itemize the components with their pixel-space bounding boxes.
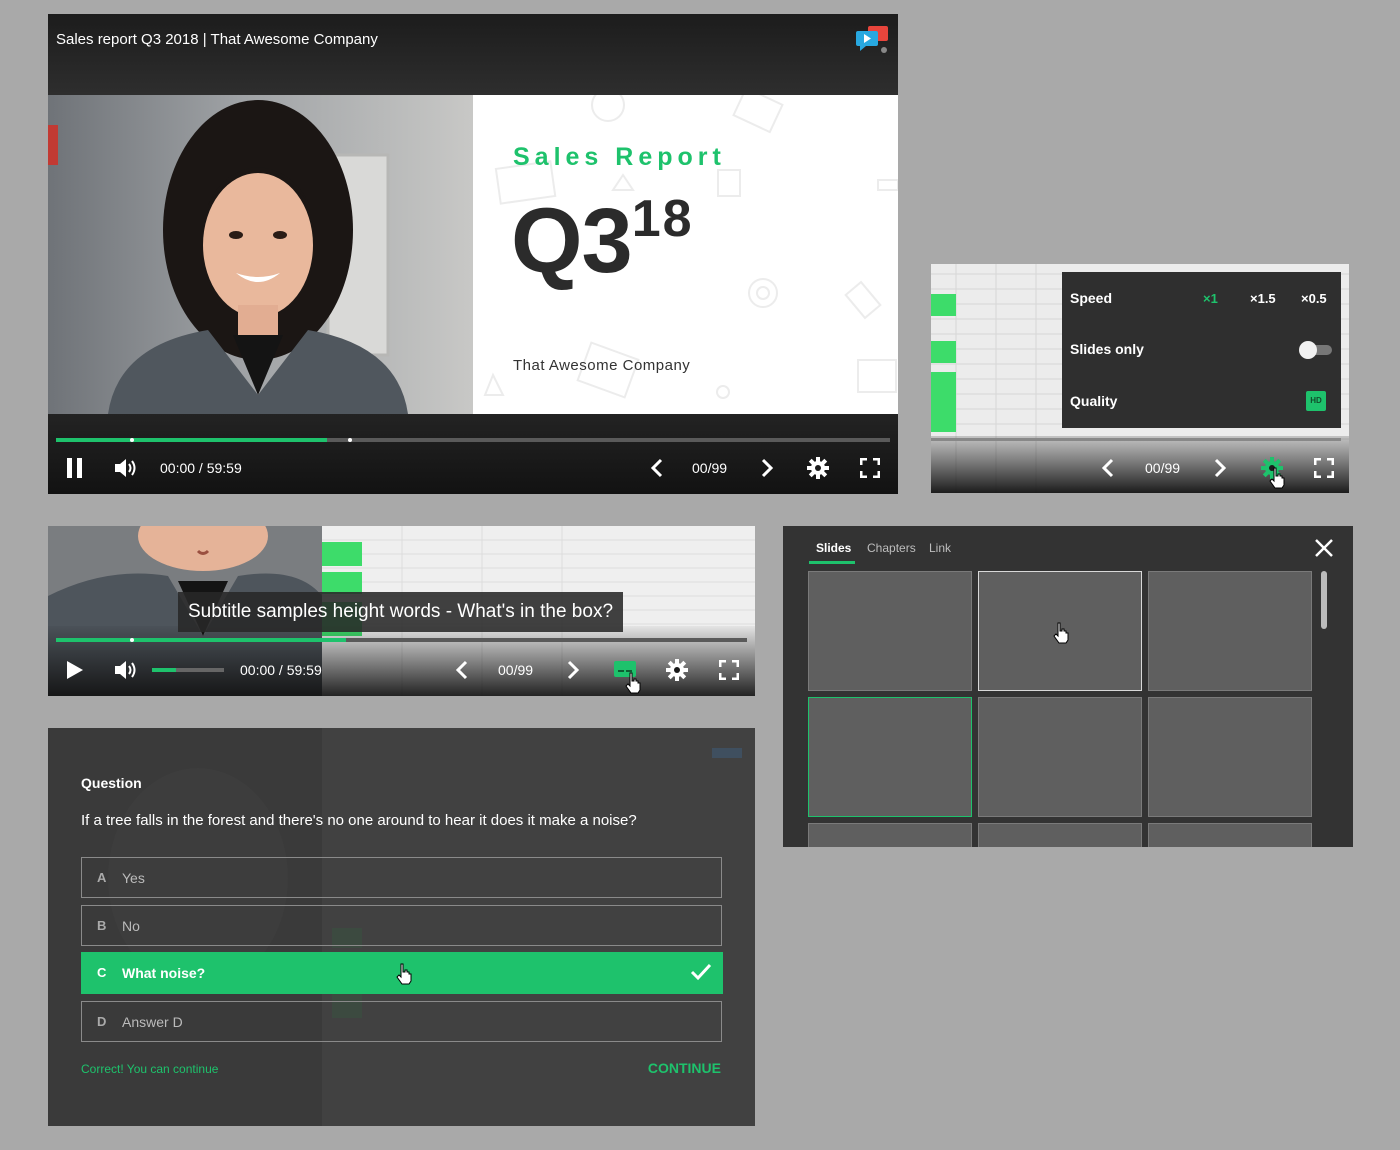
- slides-panel: Slides Chapters Link: [783, 526, 1353, 847]
- slide-q3: Q3: [511, 190, 633, 292]
- slide-thumbnail-current[interactable]: [808, 697, 972, 817]
- chevron-left-icon[interactable]: [455, 660, 469, 680]
- title-bar: Sales report Q3 2018 | That Awesome Comp…: [48, 14, 898, 95]
- speed-option-1x[interactable]: ×1: [1203, 291, 1218, 306]
- slide-view[interactable]: Sales Report Q318 That Awesome Company: [473, 95, 898, 414]
- tab-chapters[interactable]: Chapters: [867, 541, 916, 555]
- continue-button[interactable]: CONTINUE: [648, 1060, 721, 1076]
- play-icon[interactable]: [66, 660, 84, 680]
- settings-menu: Speed ×1 ×1.5 ×0.5 Slides only Quality H…: [1062, 272, 1341, 428]
- slide-heading: Sales Report: [513, 143, 726, 171]
- answer-letter: B: [97, 918, 107, 933]
- answer-text: Answer D: [122, 1014, 183, 1030]
- checkmark-icon: [690, 963, 712, 981]
- slide-thumbnail[interactable]: [978, 823, 1142, 847]
- slide-thumbnail[interactable]: [808, 823, 972, 847]
- gear-icon[interactable]: [807, 457, 829, 479]
- progress-marker: [130, 438, 134, 442]
- gear-icon[interactable]: [666, 659, 688, 681]
- subtitle-player: Subtitle samples height words - What's i…: [48, 526, 755, 696]
- slide-thumbnail[interactable]: [978, 697, 1142, 817]
- time-display: 00:00 / 59:59: [240, 662, 322, 678]
- question-overlay: Question If a tree falls in the forest a…: [48, 728, 755, 1126]
- slide-counter: 00/99: [498, 662, 534, 678]
- answer-text: No: [122, 918, 140, 934]
- quality-label: Quality: [1070, 393, 1118, 409]
- slide-thumbnail[interactable]: [1148, 697, 1312, 817]
- progress-marker: [130, 638, 134, 642]
- answer-letter: D: [97, 1014, 107, 1029]
- hand-cursor-icon: [1053, 622, 1069, 644]
- feedback-text: Correct! You can continue: [81, 1062, 219, 1076]
- slide-year: 18: [631, 190, 694, 248]
- subtitle-caption: Subtitle samples height words - What's i…: [178, 592, 624, 632]
- slide-thumbnail[interactable]: [1148, 823, 1312, 847]
- fullscreen-icon[interactable]: [719, 660, 739, 680]
- tab-link[interactable]: Link: [929, 541, 951, 555]
- chevron-right-icon[interactable]: [1213, 458, 1227, 478]
- speed-option-0-5x[interactable]: ×0.5: [1301, 291, 1327, 306]
- presenter-logo-icon[interactable]: [854, 26, 890, 56]
- progress-played: [56, 438, 328, 442]
- presenter-video[interactable]: [48, 95, 473, 414]
- chevron-left-icon[interactable]: [650, 458, 664, 478]
- slides-only-toggle[interactable]: [1298, 340, 1334, 360]
- video-title: Sales report Q3 2018 | That Awesome Comp…: [56, 31, 378, 48]
- hand-cursor-icon: [396, 963, 412, 985]
- slide-counter: 00/99: [692, 460, 728, 476]
- progress-buffer-marker: [347, 438, 352, 442]
- hand-cursor-icon: [625, 672, 641, 694]
- speed-option-1-5x[interactable]: ×1.5: [1250, 291, 1276, 306]
- answer-letter: A: [97, 870, 107, 885]
- chevron-right-icon[interactable]: [760, 458, 774, 478]
- tab-active-indicator: [809, 561, 855, 564]
- slide-thumbnail[interactable]: [1148, 571, 1312, 691]
- hd-badge[interactable]: HD: [1306, 391, 1326, 411]
- fullscreen-icon[interactable]: [1314, 458, 1334, 478]
- progress-track[interactable]: [931, 438, 1341, 441]
- answer-option-a[interactable]: A Yes: [81, 857, 722, 898]
- answer-text: What noise?: [122, 965, 206, 981]
- main-player: Sales report Q3 2018 | That Awesome Comp…: [48, 14, 898, 494]
- tab-slides[interactable]: Slides: [816, 541, 851, 555]
- settings-player: Speed ×1 ×1.5 ×0.5 Slides only Quality H…: [931, 264, 1349, 493]
- answer-option-b[interactable]: B No: [81, 905, 722, 946]
- hand-cursor-icon: [1269, 467, 1285, 489]
- slide-big-title: Q318: [511, 193, 694, 287]
- speed-label: Speed: [1070, 290, 1113, 306]
- close-icon[interactable]: [1315, 539, 1333, 557]
- volume-level: [152, 668, 176, 672]
- volume-icon[interactable]: [115, 458, 139, 478]
- question-label: Question: [81, 775, 142, 791]
- slide-counter: 00/99: [1145, 460, 1181, 476]
- progress-played: [56, 638, 347, 642]
- answer-option-d[interactable]: D Answer D: [81, 1001, 722, 1042]
- pause-icon[interactable]: [66, 458, 84, 478]
- slide-company: That Awesome Company: [513, 357, 691, 374]
- slide-thumbnail[interactable]: [808, 571, 972, 691]
- answer-letter: C: [97, 965, 107, 980]
- time-display: 00:00 / 59:59: [160, 460, 242, 476]
- control-bar: 00:00 / 59:59 00/99: [48, 414, 898, 494]
- answer-option-c[interactable]: C What noise?: [81, 952, 723, 994]
- chevron-right-icon[interactable]: [566, 660, 580, 680]
- fullscreen-icon[interactable]: [860, 458, 880, 478]
- slides-only-label: Slides only: [1070, 341, 1144, 357]
- scrollbar-thumb[interactable]: [1321, 571, 1327, 629]
- chevron-left-icon[interactable]: [1101, 458, 1115, 478]
- answer-text: Yes: [122, 870, 145, 886]
- question-text: If a tree falls in the forest and there'…: [81, 812, 637, 829]
- volume-icon[interactable]: [115, 660, 139, 680]
